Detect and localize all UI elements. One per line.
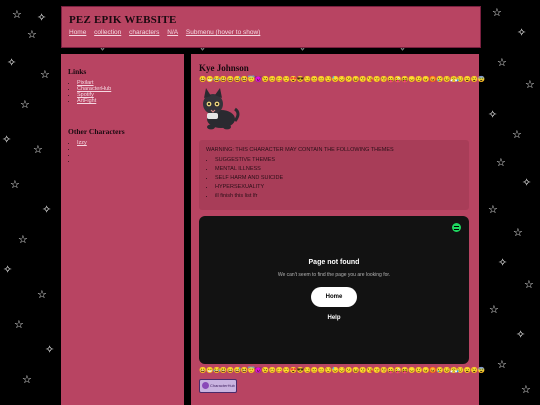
character-name: Kye Johnson	[199, 63, 249, 73]
other-characters-heading: Other Characters	[68, 127, 125, 136]
warning-item: SELF HARM AND SUICIDE	[215, 174, 283, 183]
sidebar: Links Pixilart CharacterHub Spotify ArtF…	[61, 54, 184, 405]
help-link[interactable]: Help	[199, 315, 469, 321]
emoji-divider-top: 😀😁😂😃😄😅😆😇😈😉😊😋😌😍😎😏😐😑😒😓😔😕😖😗😘😙😚😛😜😝😞😟😠😡😢😣😤😥😦😧…	[199, 77, 485, 83]
warning-item: ill finish this list lfr	[215, 192, 283, 201]
spotify-logo-icon[interactable]	[452, 223, 461, 232]
warning-item: HYPERSEXUALITY	[215, 183, 283, 192]
content-warning-box: WARNING: THIS CHARACTER MAY CONTAIN THE …	[199, 140, 469, 210]
warning-list: SUGGESTIVE THEMES MENTAL ILLNESS SELF HA…	[206, 156, 283, 201]
nav-na-link[interactable]: N/A	[167, 29, 178, 36]
links-heading: Links	[68, 67, 87, 76]
nav-collection-link[interactable]: collection	[94, 29, 121, 36]
character-list-item	[77, 158, 87, 164]
warning-item: MENTAL ILLNESS	[215, 165, 283, 174]
warning-title: WARNING: THIS CHARACTER MAY CONTAIN THE …	[206, 147, 394, 153]
site-header: PEZ EPIK WEBSITE Home collection charact…	[61, 6, 481, 48]
embed-error-description: We can't seem to find the page you are l…	[277, 272, 391, 278]
warning-item: SUGGESTIVE THEMES	[215, 156, 283, 165]
characterhub-badge[interactable]: CharacterHub	[199, 379, 237, 393]
links-list: Pixilart CharacterHub Spotify ArtFight	[68, 80, 111, 104]
other-characters-list: Izzy	[68, 140, 87, 164]
embed-error-title: Page not found	[308, 259, 360, 266]
main-content: Kye Johnson 😀😁😂😃😄😅😆😇😈😉😊😋😌😍😎😏😐😑😒😓😔😕😖😗😘😙😚😛…	[191, 54, 485, 405]
nav-characters-link[interactable]: characters	[129, 29, 159, 36]
sidebar-link-artfight[interactable]: ArtFight	[77, 98, 96, 104]
nav-home-link[interactable]: Home	[69, 29, 86, 36]
nav-submenu-link[interactable]: Submenu (hover to show)	[186, 29, 260, 36]
main-nav: Home collection characters N/A Submenu (…	[69, 29, 266, 36]
site-title: PEZ EPIK WEBSITE	[69, 14, 177, 26]
character-link-izzy[interactable]: Izzy	[77, 140, 87, 146]
spotify-embed: Page not found We can't seem to find the…	[199, 216, 469, 364]
emoji-divider-bottom: 😀😁😂😃😄😅😆😇😈😉😊😋😌😍😎😏😐😑😒😓😔😕😖😗😘😙😚😛😜😝😞😟😠😡😢😣😤😥😦😧…	[199, 368, 485, 374]
home-button[interactable]: Home	[311, 287, 357, 307]
cat-plush-image	[203, 88, 240, 130]
